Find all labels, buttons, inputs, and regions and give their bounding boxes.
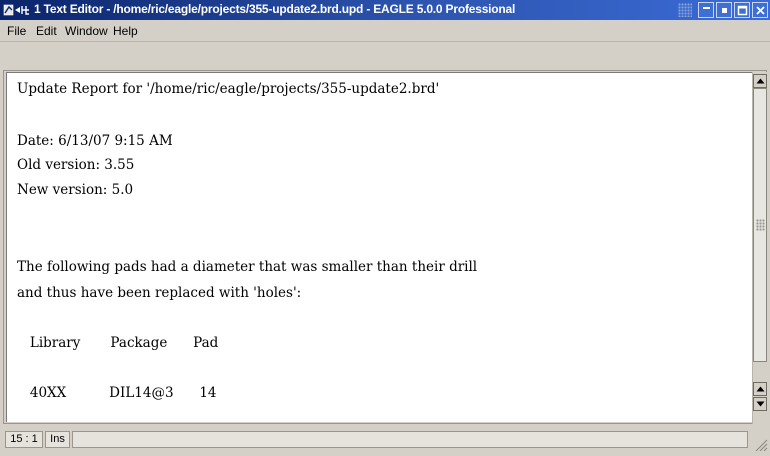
status-message (72, 431, 748, 448)
scroll-up-icon[interactable] (753, 74, 767, 88)
editor-line: New version: 5.0 (17, 182, 134, 198)
minimize-icon[interactable] (698, 2, 714, 18)
editor-line: Update Report for '/home/ric/eagle/proje… (17, 81, 440, 97)
title-grip-icon (678, 3, 692, 17)
editor-line: Library Package Pad (17, 335, 219, 351)
status-bar: 15 : 1 Ins (0, 428, 770, 452)
scroll-up-icon[interactable] (753, 382, 767, 396)
window-title: 1 Text Editor - /home/ric/eagle/projects… (34, 2, 516, 16)
maximize-icon[interactable] (734, 2, 750, 18)
editor-line: 40XX DIL14@3 14 (17, 385, 217, 401)
title-bar[interactable]: 1 Text Editor - /home/ric/eagle/projects… (0, 0, 770, 20)
scroll-thumb-grip-icon (756, 219, 765, 231)
menu-file[interactable]: File (7, 24, 26, 38)
menu-edit[interactable]: Edit (36, 24, 57, 38)
text-editor-area[interactable]: Update Report for '/home/ric/eagle/proje… (6, 72, 752, 422)
menu-window[interactable]: Window (65, 24, 108, 38)
editor-line: and thus have been replaced with 'holes'… (17, 285, 302, 301)
scrollbar-thumb[interactable] (753, 88, 767, 362)
eagle-app-icon[interactable] (3, 3, 31, 17)
insert-mode-indicator: Ins (45, 431, 70, 448)
resize-grip-icon[interactable] (754, 438, 768, 452)
scroll-down-icon[interactable] (753, 397, 767, 411)
restore-icon[interactable] (716, 2, 732, 18)
editor-line: Old version: 3.55 (17, 157, 135, 173)
editor-line: The following pads had a diameter that w… (17, 259, 478, 275)
cursor-position: 15 : 1 (5, 431, 43, 448)
vertical-scrollbar[interactable] (752, 72, 767, 424)
editor-line: Date: 6/13/07 9:15 AM (17, 133, 173, 149)
menu-help[interactable]: Help (113, 24, 138, 38)
close-icon[interactable] (752, 2, 768, 18)
menu-bar: File Edit Window Help (0, 20, 770, 42)
